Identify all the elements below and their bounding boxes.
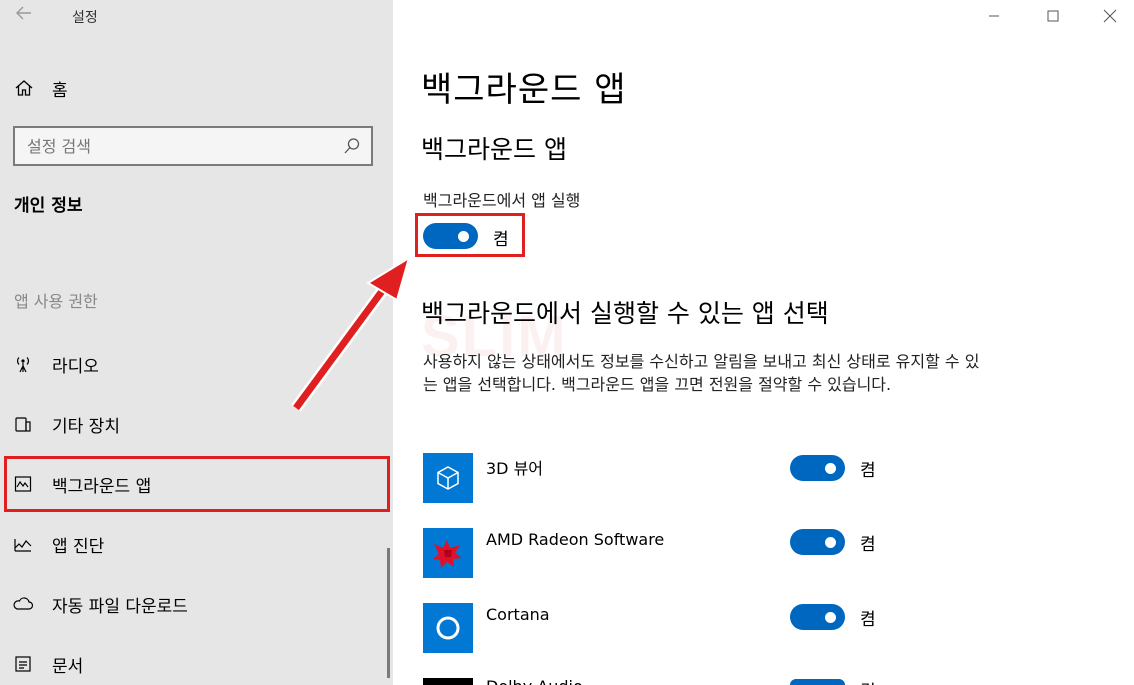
sidebar-item-background-apps[interactable]: 백그라운드 앱 <box>4 456 390 512</box>
search-input[interactable] <box>27 134 327 158</box>
sidebar-item-label: 기타 장치 <box>52 416 120 437</box>
app-diagnostics-icon <box>11 532 35 556</box>
toggle-knob <box>825 537 836 548</box>
group-label: 앱 사용 권한 <box>14 292 98 311</box>
sidebar-item-label: 라디오 <box>52 356 99 377</box>
toggle-state: 켬 <box>860 461 876 481</box>
sidebar-item-documents[interactable]: 문서 <box>0 640 390 685</box>
app-toggle-cortana[interactable] <box>790 604 845 630</box>
app-name: 3D 뷰어 <box>486 459 544 478</box>
sidebar-item-label: 문서 <box>52 656 84 677</box>
toggle-knob <box>825 463 836 474</box>
app-toggle-dolby[interactable] <box>790 679 845 685</box>
search-icon[interactable] <box>343 137 361 155</box>
window-title: 설정 <box>72 10 98 26</box>
cortana-icon <box>423 603 473 653</box>
main-panel: 백그라운드 앱 백그라운드 앱 백그라운드에서 앱 실행 켬 SLIM 백그라운… <box>393 0 1134 685</box>
devices-icon <box>11 412 35 436</box>
toggle-state: 켬 <box>493 230 509 250</box>
app-toggle-amd-radeon[interactable] <box>790 529 845 555</box>
sidebar-item-other-devices[interactable]: 기타 장치 <box>0 400 390 448</box>
toggle-knob <box>458 231 469 242</box>
toggle-state: 켬 <box>860 677 876 685</box>
app-name: AMD Radeon Software <box>486 530 665 549</box>
app-toggle-3d-viewer[interactable] <box>790 455 845 481</box>
section-title: 개인 정보 <box>14 196 83 216</box>
search-box[interactable] <box>13 126 373 166</box>
maximize-icon[interactable] <box>1030 0 1076 32</box>
toggle-state: 켬 <box>860 535 876 555</box>
run-in-background-label: 백그라운드에서 앱 실행 <box>423 191 581 210</box>
3d-viewer-icon <box>423 453 473 503</box>
home-icon <box>12 76 36 100</box>
sidebar-item-label: 앱 진단 <box>52 536 105 557</box>
sidebar-scrollbar[interactable] <box>387 548 390 678</box>
minimize-icon[interactable] <box>971 0 1017 32</box>
page-title: 백그라운드 앱 <box>421 70 627 110</box>
dolby-icon <box>423 678 473 685</box>
toggle-knob <box>825 612 836 623</box>
app-name: Cortana <box>486 605 550 624</box>
background-apps-icon <box>11 472 35 496</box>
section-heading: 백그라운드에서 실행할 수 있는 앱 선택 <box>421 299 829 328</box>
close-icon[interactable] <box>1087 0 1133 32</box>
cloud-icon <box>11 592 35 616</box>
radio-icon <box>11 352 35 376</box>
back-arrow-icon[interactable] <box>12 4 36 28</box>
sidebar-item-home[interactable]: 홈 <box>0 70 393 106</box>
app-name: Dolby Audio <box>486 677 583 685</box>
toggle-state: 켬 <box>860 610 876 630</box>
sidebar-item-label: 자동 파일 다운로드 <box>52 596 188 617</box>
sidebar-item-label: 백그라운드 앱 <box>52 476 152 497</box>
sidebar-item-app-diagnostics[interactable]: 앱 진단 <box>0 520 390 568</box>
document-icon <box>11 652 35 676</box>
amd-radeon-icon <box>423 528 473 578</box>
sidebar-item-label: 홈 <box>52 80 68 101</box>
run-in-background-toggle[interactable] <box>423 223 478 249</box>
sidebar-item-auto-file-download[interactable]: 자동 파일 다운로드 <box>0 580 390 628</box>
description: 사용하지 않는 상태에서도 정보를 수신하고 알림을 보내고 최신 상태로 유지… <box>423 352 980 394</box>
section-heading: 백그라운드 앱 <box>421 135 567 164</box>
sidebar-item-radio[interactable]: 라디오 <box>0 340 390 388</box>
sidebar: 설정 홈 개인 정보 앱 사용 권한 라디오 기타 장치 백그라운드 앱 <box>0 0 393 685</box>
